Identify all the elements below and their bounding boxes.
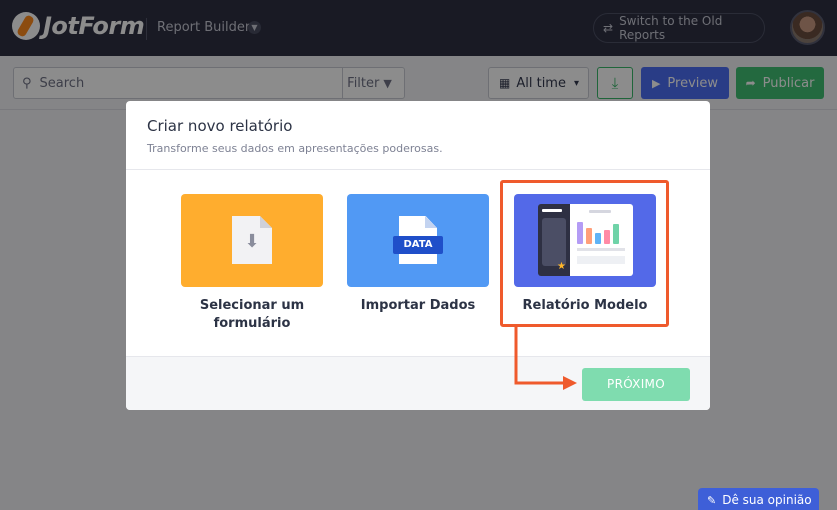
comment-icon: ✎	[707, 493, 717, 507]
data-badge: DATA	[393, 236, 443, 254]
selection-highlight	[500, 180, 669, 327]
option-label: Selecionar um formulário	[199, 298, 305, 331]
modal-title: Criar novo relatório	[147, 117, 293, 135]
option-tile[interactable]: ⬇	[181, 194, 323, 287]
option-import-data[interactable]: DATA Importar Dados	[347, 194, 489, 315]
feedback-button[interactable]: ✎ Dê sua opinião	[698, 488, 819, 510]
modal-header: Criar novo relatório Transforme seus dad…	[126, 101, 710, 170]
option-label: Importar Dados	[360, 298, 476, 313]
next-button[interactable]: PRÓXIMO	[582, 368, 690, 401]
feedback-label: Dê sua opinião	[722, 493, 812, 507]
download-arrow-icon: ⬇	[244, 231, 260, 252]
option-tile[interactable]: DATA	[347, 194, 489, 287]
page-fold	[260, 216, 272, 228]
modal-footer: PRÓXIMO	[126, 356, 710, 410]
option-select-form[interactable]: ⬇ Selecionar um formulário	[181, 194, 323, 333]
modal-subtitle: Transforme seus dados em apresentações p…	[147, 142, 443, 155]
